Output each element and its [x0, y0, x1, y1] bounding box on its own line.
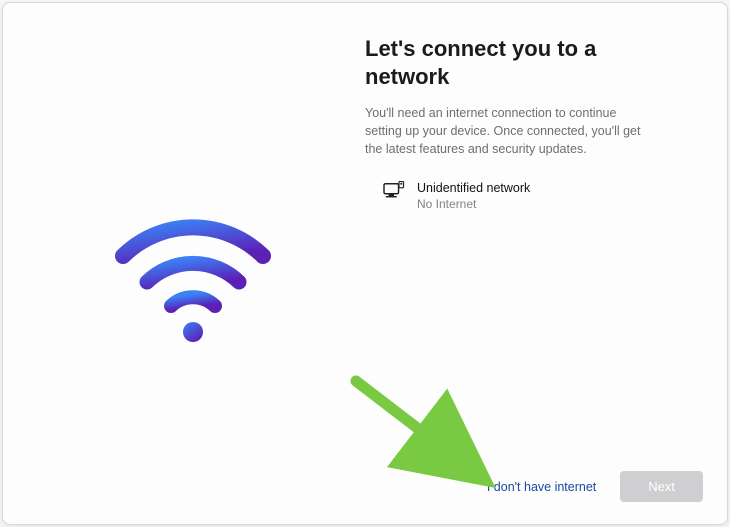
footer-actions: I don't have internet Next	[485, 471, 703, 502]
oobe-window: Let's connect you to a network You'll ne…	[2, 2, 728, 525]
wifi-icon	[113, 218, 273, 348]
network-item[interactable]: Unidentified network No Internet	[365, 180, 689, 212]
network-name: Unidentified network	[417, 180, 530, 196]
no-internet-link[interactable]: I don't have internet	[485, 476, 598, 498]
ethernet-icon	[383, 181, 405, 201]
content-pane: Let's connect you to a network You'll ne…	[365, 3, 727, 524]
illustration-pane	[3, 3, 365, 524]
network-status: No Internet	[417, 197, 530, 213]
page-title: Let's connect you to a network	[365, 35, 625, 90]
network-labels: Unidentified network No Internet	[417, 180, 530, 212]
page-subtext: You'll need an internet connection to co…	[365, 104, 655, 158]
next-button[interactable]: Next	[620, 471, 703, 502]
